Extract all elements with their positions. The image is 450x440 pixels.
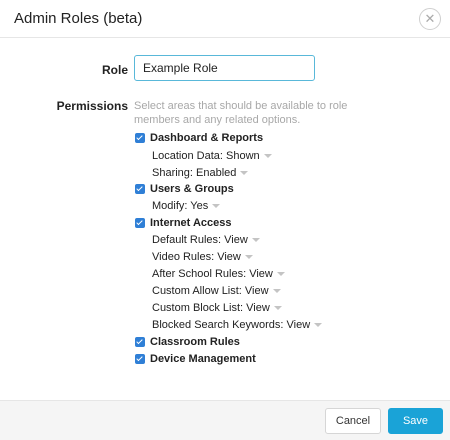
sharing-dropdown[interactable]: Sharing: Enabled — [152, 164, 249, 181]
custom-block-list-label: Custom Block List: View — [152, 301, 270, 314]
device-management-label: Device Management — [150, 352, 256, 365]
save-button[interactable]: Save — [388, 408, 443, 434]
users-groups-checkbox[interactable] — [135, 183, 145, 194]
dialog-header: Admin Roles (beta) ✕ — [0, 0, 450, 38]
permission-dashboard-reports: Dashboard & Reports — [135, 129, 263, 146]
blocked-search-keywords-dropdown[interactable]: Blocked Search Keywords: View — [152, 316, 323, 333]
permission-users-groups: Users & Groups — [135, 180, 234, 197]
classroom-rules-checkbox[interactable] — [135, 336, 145, 347]
modify-dropdown[interactable]: Modify: Yes — [152, 197, 221, 214]
caret-down-icon — [244, 254, 253, 259]
permissions-label: Permissions — [56, 99, 128, 113]
role-label: Role — [101, 63, 128, 77]
custom-allow-list-label: Custom Allow List: View — [152, 284, 269, 297]
cancel-button[interactable]: Cancel — [325, 408, 381, 434]
caret-down-icon — [314, 322, 323, 327]
location-data-dropdown[interactable]: Location Data: Shown — [152, 147, 272, 164]
users-groups-label: Users & Groups — [150, 182, 234, 195]
dialog-footer — [0, 400, 450, 440]
device-management-checkbox[interactable] — [135, 353, 145, 364]
modify-label: Modify: Yes — [152, 199, 209, 212]
dashboard-reports-checkbox[interactable] — [135, 132, 145, 143]
caret-down-icon — [251, 237, 260, 242]
custom-block-list-dropdown[interactable]: Custom Block List: View — [152, 299, 282, 316]
dashboard-reports-label: Dashboard & Reports — [150, 131, 264, 144]
internet-access-label: Internet Access — [150, 216, 232, 229]
close-icon[interactable]: ✕ — [419, 8, 441, 30]
permission-classroom-rules: Classroom Rules — [135, 333, 240, 350]
after-school-rules-label: After School Rules: View — [152, 267, 273, 280]
custom-allow-list-dropdown[interactable]: Custom Allow List: View — [152, 282, 281, 299]
video-rules-dropdown[interactable]: Video Rules: View — [152, 248, 253, 265]
video-rules-label: Video Rules: View — [152, 250, 241, 263]
caret-down-icon — [273, 305, 282, 310]
permission-internet-access: Internet Access — [135, 214, 232, 231]
default-rules-dropdown[interactable]: Default Rules: View — [152, 231, 260, 248]
caret-down-icon — [240, 170, 249, 175]
caret-down-icon — [263, 153, 272, 158]
after-school-rules-dropdown[interactable]: After School Rules: View — [152, 265, 285, 282]
permissions-hint: Select areas that should be available to… — [134, 100, 348, 126]
caret-down-icon — [272, 288, 281, 293]
sharing-label: Sharing: Enabled — [152, 166, 237, 179]
classroom-rules-label: Classroom Rules — [150, 335, 240, 348]
role-name-input[interactable] — [134, 55, 315, 81]
caret-down-icon — [212, 203, 221, 208]
caret-down-icon — [276, 271, 285, 276]
permission-device-management: Device Management — [135, 350, 256, 367]
location-data-label: Location Data: Shown — [152, 149, 260, 162]
dialog-title: Admin Roles (beta) — [14, 10, 143, 27]
blocked-search-keywords-label: Blocked Search Keywords: View — [152, 318, 311, 331]
default-rules-label: Default Rules: View — [152, 233, 248, 246]
internet-access-checkbox[interactable] — [135, 217, 145, 228]
